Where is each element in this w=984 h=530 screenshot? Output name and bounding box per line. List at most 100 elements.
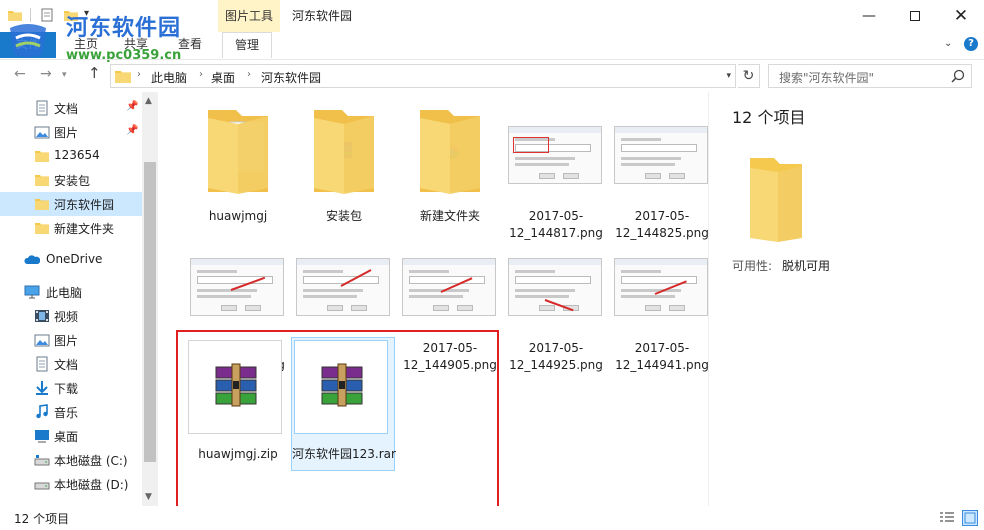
sidebar-item[interactable]: 文档 📌 bbox=[0, 96, 142, 120]
file-item[interactable]: 2017-05-12_144925.png bbox=[506, 234, 606, 372]
sidebar-item[interactable]: 文档 bbox=[0, 352, 142, 376]
large-icons-view-icon bbox=[964, 512, 976, 524]
breadcrumb-this-pc[interactable]: 此电脑 bbox=[151, 69, 187, 86]
document-icon bbox=[36, 356, 48, 372]
file-name: 新建文件夹 bbox=[419, 209, 480, 223]
minimize-button[interactable]: — bbox=[846, 0, 892, 32]
sidebar-item-label: 图片 bbox=[54, 126, 79, 140]
file-name: 安装包 bbox=[325, 209, 362, 223]
search-input[interactable]: 搜索"河东软件园" bbox=[768, 64, 972, 88]
file-item[interactable]: 2017-05-12_144941.png bbox=[612, 234, 712, 372]
folder-package-icon bbox=[314, 110, 374, 194]
chevron-right-icon[interactable]: › bbox=[247, 69, 251, 80]
computer-icon bbox=[24, 285, 40, 299]
sidebar-item-label: 下载 bbox=[54, 382, 79, 396]
sidebar-item[interactable]: OneDrive bbox=[0, 248, 142, 272]
file-item[interactable]: huawjmgj bbox=[188, 102, 288, 232]
explorer-window: ▾ 图片工具 河东软件园 — ✕ 文件 主页 共享 查看 管理 ⌄ ? 河东软件… bbox=[0, 0, 984, 530]
help-icon[interactable]: ? bbox=[964, 37, 978, 51]
music-icon bbox=[36, 404, 48, 419]
sidebar-item[interactable]: 本地磁盘 (D:) bbox=[0, 472, 142, 496]
screenshot-thumbnail bbox=[190, 258, 284, 316]
sidebar-item-label: 文档 bbox=[54, 102, 79, 116]
sidebar-item[interactable]: 音乐 bbox=[0, 400, 142, 424]
details-pane: 12 个项目 可用性: 脱机可用 bbox=[708, 92, 984, 506]
sidebar-item[interactable]: 新建文件夹 bbox=[0, 216, 142, 240]
sidebar-item[interactable]: 此电脑 bbox=[0, 280, 142, 304]
refresh-icon: ↻ bbox=[742, 68, 755, 84]
folder-icon bbox=[35, 151, 49, 162]
video-icon bbox=[35, 310, 49, 322]
document-icon bbox=[36, 100, 48, 116]
forward-arrow-icon[interactable]: → bbox=[40, 66, 52, 82]
sidebar-item-label: 图片 bbox=[54, 334, 79, 348]
sidebar-item-label: 音乐 bbox=[54, 406, 79, 420]
watermark-title: 河东软件园 bbox=[66, 16, 182, 41]
screenshot-thumbnail bbox=[508, 126, 602, 184]
window-title: 河东软件园 bbox=[292, 9, 353, 23]
scroll-up-icon[interactable]: ▲ bbox=[145, 96, 152, 106]
file-item[interactable]: 安装包 bbox=[294, 102, 394, 232]
folder-docs-icon bbox=[208, 110, 268, 194]
sidebar-item[interactable]: 图片 📌 bbox=[0, 120, 142, 144]
sidebar-item[interactable]: 本地磁盘 (C:) bbox=[0, 448, 142, 472]
sidebar-item-label: 此电脑 bbox=[46, 286, 83, 300]
scroll-down-icon[interactable]: ▼ bbox=[145, 492, 152, 502]
folder-icon bbox=[115, 71, 131, 83]
file-item[interactable]: 新建文件夹 bbox=[400, 102, 500, 232]
maximize-button[interactable] bbox=[892, 0, 938, 32]
recent-locations-chevron-icon[interactable]: ▾ bbox=[62, 70, 67, 80]
screenshot-thumbnail bbox=[296, 258, 390, 316]
sidebar-item[interactable]: 桌面 bbox=[0, 424, 142, 448]
tab-manage[interactable]: 管理 bbox=[222, 32, 272, 58]
picture-tools-tab: 图片工具 bbox=[218, 0, 280, 32]
back-arrow-icon[interactable]: ← bbox=[14, 66, 26, 82]
download-icon bbox=[36, 381, 48, 395]
details-view-icon[interactable] bbox=[940, 512, 954, 524]
address-dropdown-chevron-icon[interactable]: ▾ bbox=[726, 71, 731, 81]
sidebar-item[interactable]: 123654 bbox=[0, 144, 142, 168]
sidebar-item-label: 安装包 bbox=[54, 174, 91, 188]
breadcrumb-desktop[interactable]: 桌面 bbox=[211, 69, 235, 86]
address-field[interactable]: › 此电脑 › 桌面 › 河东软件园 ▾ bbox=[110, 64, 736, 88]
file-name: huawjmgj bbox=[208, 209, 268, 223]
sidebar-item-label: 本地磁盘 (D:) bbox=[54, 478, 129, 492]
watermark-logo bbox=[10, 24, 46, 57]
sidebar-item-label: 文档 bbox=[54, 358, 79, 372]
pin-icon[interactable]: 📌 bbox=[126, 101, 138, 112]
item-count: 12 个项目 bbox=[732, 108, 806, 127]
breadcrumb-current-folder[interactable]: 河东软件园 bbox=[261, 69, 321, 86]
maximize-icon bbox=[910, 11, 920, 21]
sidebar-item-label: 河东软件园 bbox=[54, 198, 115, 212]
large-icons-view-button[interactable] bbox=[962, 510, 978, 526]
availability-value: 脱机可用 bbox=[782, 259, 831, 273]
file-name: 2017-05-12_144925.png bbox=[509, 341, 603, 372]
expand-ribbon-chevron-icon[interactable]: ⌄ bbox=[944, 38, 952, 49]
picture-icon bbox=[34, 126, 50, 139]
sidebar-item[interactable]: 视频 bbox=[0, 304, 142, 328]
file-item[interactable]: 2017-05-12_144825.png bbox=[612, 102, 712, 240]
close-button[interactable]: ✕ bbox=[938, 0, 984, 32]
pin-icon[interactable]: 📌 bbox=[126, 125, 138, 136]
navigation-pane: 文档 📌 图片 📌 123654 安装包 河东软件园 新建文件夹 OneDrive 此电脑 视频 图片… bbox=[0, 92, 158, 506]
chevron-right-icon[interactable]: › bbox=[137, 69, 141, 80]
sidebar-item[interactable]: 图片 bbox=[0, 328, 142, 352]
sidebar-item[interactable]: 河东软件园 bbox=[0, 192, 142, 216]
folder-chrome-icon bbox=[420, 110, 480, 194]
refresh-button[interactable]: ↻ bbox=[738, 64, 760, 88]
screenshot-thumbnail bbox=[614, 258, 708, 316]
up-arrow-icon[interactable]: ↑ bbox=[88, 64, 101, 82]
divider bbox=[708, 92, 709, 506]
chevron-right-icon[interactable]: › bbox=[199, 69, 203, 80]
screenshot-thumbnail bbox=[508, 258, 602, 316]
sidebar-item-label: 视频 bbox=[54, 310, 79, 324]
status-item-count: 12 个项目 bbox=[14, 512, 70, 526]
sidebar-item-label: OneDrive bbox=[46, 252, 103, 266]
onedrive-icon bbox=[24, 255, 40, 264]
navigation-scrollbar[interactable]: ▲ ▼ bbox=[142, 92, 158, 506]
scrollbar-thumb[interactable] bbox=[144, 162, 156, 462]
folder-icon bbox=[35, 175, 49, 186]
sidebar-item[interactable]: 安装包 bbox=[0, 168, 142, 192]
sidebar-item[interactable]: 下载 bbox=[0, 376, 142, 400]
file-item[interactable]: 2017-05-12_144817.png bbox=[506, 102, 606, 240]
